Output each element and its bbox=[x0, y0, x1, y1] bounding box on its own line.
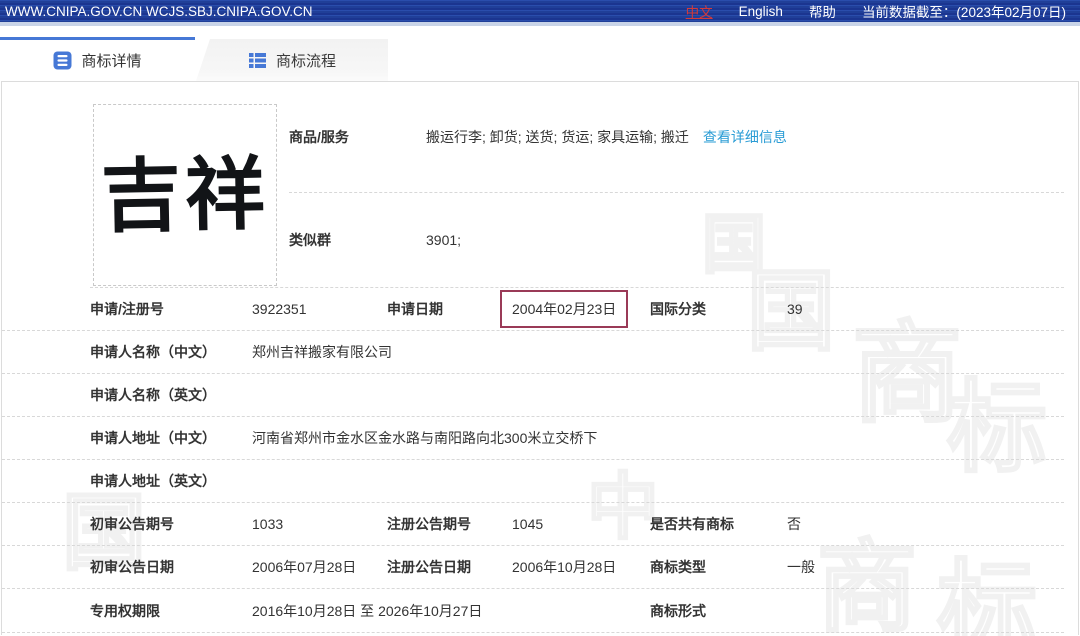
goods-services-row: 商品/服务 搬运行李; 卸货; 送货; 货运; 家具运输; 搬迁 查看详细信息 bbox=[289, 82, 1064, 193]
tab-label: 商标详情 bbox=[81, 50, 141, 71]
similar-group-row: 类似群 3901; bbox=[289, 193, 1078, 287]
intl-class-label: 国际分类 bbox=[650, 299, 787, 319]
reg-no-value: 3922351 bbox=[252, 301, 387, 317]
tab-trademark-details[interactable]: 商标详情 bbox=[0, 37, 195, 81]
lang-chinese-link[interactable]: 中文 bbox=[686, 1, 713, 21]
tab-trademark-process[interactable]: 商标流程 bbox=[196, 39, 388, 81]
prelim-no-value: 1033 bbox=[252, 516, 387, 532]
goods-services-value: 搬运行李; 卸货; 送货; 货运; 家具运输; 搬迁 bbox=[426, 127, 689, 147]
top-bar: WWW.CNIPA.GOV.CN WCJS.SBJ.CNIPA.GOV.CN 中… bbox=[0, 0, 1080, 22]
table-row: 申请/注册号 3922351 申请日期 2004年02月23日 国际分类 39 bbox=[2, 288, 1064, 331]
trademark-detail-panel: 国 国 商 标 中 国 商 标 吉祥 商品/服务 搬运行李; 卸货; 送货; 货… bbox=[1, 81, 1079, 635]
goods-services-label: 商品/服务 bbox=[289, 127, 426, 147]
document-lines-icon bbox=[53, 51, 72, 70]
shared-mark-value: 否 bbox=[787, 514, 1064, 534]
reg-ann-date-value: 2006年10月28日 bbox=[512, 557, 650, 577]
lang-english-link[interactable]: English bbox=[739, 4, 783, 19]
goods-section: 商品/服务 搬运行李; 卸货; 送货; 货运; 家具运输; 搬迁 查看详细信息 … bbox=[289, 82, 1078, 287]
address-cn-value: 河南省郑州市金水区金水路与南阳路向北300米立交桥下 bbox=[252, 428, 1064, 448]
reg-ann-no-value: 1045 bbox=[512, 516, 650, 532]
reg-ann-date-label: 注册公告日期 bbox=[387, 557, 512, 577]
table-row: 初审公告期号 1033 注册公告期号 1045 是否共有商标 否 bbox=[2, 503, 1064, 546]
shared-mark-label: 是否共有商标 bbox=[650, 514, 787, 534]
prelim-date-label: 初审公告日期 bbox=[90, 557, 252, 577]
app-date-value-highlighted: 2004年02月23日 bbox=[500, 290, 628, 328]
trademark-image: 吉祥 bbox=[93, 104, 277, 286]
data-cutoff-text: 当前数据截至：(2023年02月07日) bbox=[862, 1, 1066, 21]
view-details-link[interactable]: 查看详细信息 bbox=[703, 127, 787, 147]
tm-form-label: 商标形式 bbox=[650, 601, 787, 621]
list-bars-icon bbox=[248, 51, 267, 70]
panel-content: 吉祥 商品/服务 搬运行李; 卸货; 送货; 货运; 家具运输; 搬迁 查看详细… bbox=[2, 82, 1078, 633]
address-en-label: 申请人地址（英文） bbox=[90, 471, 252, 491]
applicant-cn-label: 申请人名称（中文） bbox=[90, 342, 252, 362]
address-cn-label: 申请人地址（中文） bbox=[90, 428, 252, 448]
help-link[interactable]: 帮助 bbox=[809, 1, 836, 21]
detail-rows: 申请/注册号 3922351 申请日期 2004年02月23日 国际分类 39 … bbox=[2, 288, 1078, 633]
tab-bar: 商标详情 商标流程 bbox=[0, 26, 1080, 81]
similar-group-value: 3901; bbox=[426, 232, 461, 248]
tm-type-value: 一般 bbox=[787, 557, 1064, 577]
exclusive-period-label: 专用权期限 bbox=[90, 601, 252, 621]
applicant-cn-value: 郑州吉祥搬家有限公司 bbox=[252, 342, 1064, 362]
tm-type-label: 商标类型 bbox=[650, 557, 787, 577]
prelim-date-value: 2006年07月28日 bbox=[252, 557, 387, 577]
tab-label: 商标流程 bbox=[276, 50, 336, 71]
topbar-links: 中文 English 帮助 当前数据截至：(2023年02月07日) bbox=[686, 1, 1066, 21]
table-row: 初审公告日期 2006年07月28日 注册公告日期 2006年10月28日 商标… bbox=[2, 546, 1064, 589]
app-date-label: 申请日期 bbox=[387, 299, 512, 319]
table-row: 申请人地址（中文） 河南省郑州市金水区金水路与南阳路向北300米立交桥下 bbox=[2, 417, 1064, 460]
prelim-no-label: 初审公告期号 bbox=[90, 514, 252, 534]
exclusive-period-value: 2016年10月28日 至 2026年10月27日 bbox=[252, 601, 650, 621]
trademark-calligraphy-text: 吉祥 bbox=[100, 154, 269, 237]
reg-ann-no-label: 注册公告期号 bbox=[387, 514, 512, 534]
site-url: WWW.CNIPA.GOV.CN WCJS.SBJ.CNIPA.GOV.CN bbox=[5, 4, 313, 19]
similar-group-label: 类似群 bbox=[289, 230, 426, 250]
applicant-en-label: 申请人名称（英文） bbox=[90, 385, 252, 405]
reg-no-label: 申请/注册号 bbox=[90, 299, 252, 319]
table-row: 申请人名称（中文） 郑州吉祥搬家有限公司 bbox=[2, 331, 1064, 374]
table-row: 申请人地址（英文） bbox=[2, 460, 1064, 503]
intl-class-value: 39 bbox=[787, 301, 1064, 317]
table-row: 申请人名称（英文） bbox=[2, 374, 1064, 417]
table-row: 专用权期限 2016年10月28日 至 2026年10月27日 商标形式 bbox=[2, 589, 1064, 633]
